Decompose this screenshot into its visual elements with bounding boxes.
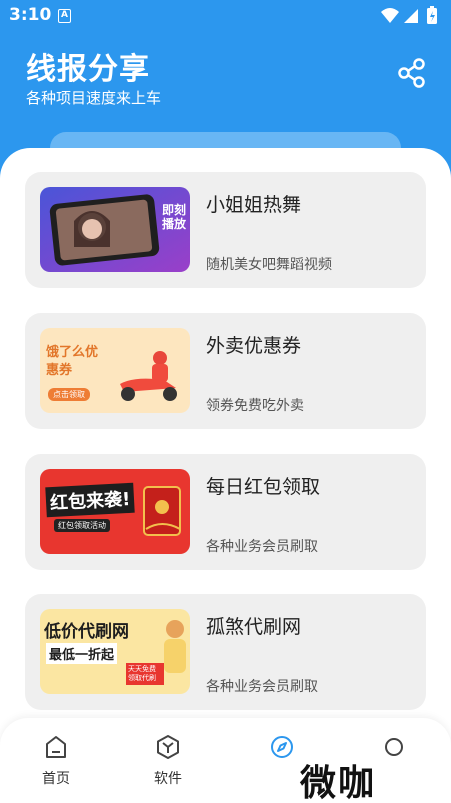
red-packet-thumbnail: 红包来袭! 红包领取活动 [40, 469, 190, 554]
card-description: 各种业务会员刷取 [206, 679, 318, 695]
card-description: 各种业务会员刷取 [206, 539, 318, 555]
card-title: 孤煞代刷网 [206, 616, 302, 638]
red-packet-thumbnail-sub: 红包领取活动 [54, 519, 110, 532]
boost-thumbnail-sub: 天天免费领取代刷 [126, 663, 164, 685]
nav-home-label: 首页 [42, 771, 70, 787]
list-item-red-packet[interactable]: 红包来袭! 红包领取活动 每日红包领取 各种业务会员刷取 [25, 454, 426, 570]
card-title: 外卖优惠券 [206, 335, 302, 357]
wifi-signal-battery-icon [381, 6, 437, 24]
boost-thumbnail-line1: 低价代刷网 [44, 622, 129, 642]
person-illustration-icon [164, 620, 186, 673]
box-icon [157, 735, 179, 759]
delivery-scooter-icon [120, 351, 177, 401]
boost-site-thumbnail: 低价代刷网 最低一折起 天天免费领取代刷 [40, 609, 190, 694]
status-time: 3:10 [9, 5, 52, 25]
list-item-takeout-coupon[interactable]: 饿了么优惠券 点击领取 外卖优惠券 领券免费吃外卖 [25, 313, 426, 429]
page-subtitle: 各种项目速度来上车 [26, 89, 162, 107]
page-title: 线报分享 [26, 52, 150, 87]
system-icons [380, 6, 442, 31]
coupon-thumbnail: 饿了么优惠券 点击领取 [40, 328, 190, 413]
share-button[interactable] [395, 56, 429, 90]
red-envelope-icon [143, 486, 181, 536]
nav-software[interactable]: 软件 [138, 734, 198, 796]
card-description: 随机美女吧舞蹈视频 [206, 257, 332, 273]
list-item-dance[interactable]: 即刻播放 小姐姐热舞 随机美女吧舞蹈视频 [25, 172, 426, 288]
nav-software-label: 软件 [154, 771, 182, 787]
coupon-thumbnail-text: 饿了么优惠券 [46, 345, 99, 378]
keyboard-badge-icon: A [58, 9, 71, 23]
watermark-text: 微咖 [300, 763, 377, 803]
status-bar: 3:10 A [0, 0, 451, 32]
home-icon [46, 736, 66, 758]
card-description: 领券免费吃外卖 [206, 398, 304, 414]
nav-home[interactable]: 首页 [26, 734, 86, 796]
list-item-boost-site[interactable]: 低价代刷网 最低一折起 天天免费领取代刷 孤煞代刷网 各种业务会员刷取 [25, 594, 426, 710]
watermark-logo: 微咖 [296, 754, 404, 803]
compass-icon [271, 736, 293, 758]
red-packet-thumbnail-text: 红包来袭! [45, 482, 135, 518]
card-title: 小姐姐热舞 [206, 194, 302, 216]
coupon-thumbnail-sub: 点击领取 [48, 388, 90, 401]
dance-thumbnail: 即刻播放 [40, 187, 190, 272]
share-icon [398, 58, 425, 88]
dance-thumbnail-text: 即刻播放 [162, 203, 187, 231]
boost-thumbnail-line2: 最低一折起 [46, 643, 118, 664]
card-title: 每日红包领取 [206, 476, 321, 498]
